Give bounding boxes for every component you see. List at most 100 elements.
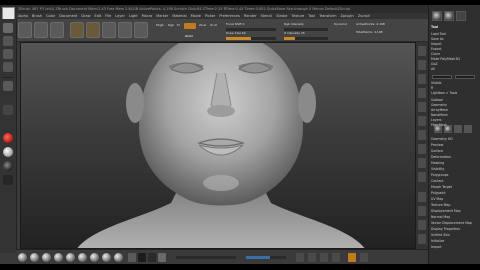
menu-item-stencil[interactable]: Stencil [260,14,272,18]
rgb-toggle[interactable]: Rgb [168,23,174,27]
menu-item-edit[interactable]: Edit [95,14,102,18]
bpr-button[interactable] [418,46,426,56]
move-view-button[interactable] [418,206,426,216]
rotate-button[interactable] [134,22,148,38]
tool-palette-item[interactable]: Initialize [431,239,479,244]
tool-palette-item[interactable]: Vector Displacement Map [431,221,479,226]
polyf-button[interactable] [308,253,316,262]
transp-button[interactable] [320,253,328,262]
persp-button[interactable] [418,130,426,140]
tool-palette-item[interactable]: Deformation [431,155,479,160]
quick-sketch-button[interactable] [50,22,64,38]
lightbox-button[interactable] [34,22,48,38]
mrgb-toggle[interactable]: Mrgb [156,23,164,27]
menu-item-macro[interactable]: Macro [142,14,153,18]
menu-item-brush[interactable]: Brush [32,14,42,18]
brush-smooth-icon[interactable] [90,253,99,262]
material-icon[interactable] [3,81,13,91]
stroke-icon[interactable] [3,36,13,46]
z-intensity-slider[interactable] [284,37,328,40]
menu-item-zscript[interactable]: Zscript [358,14,370,18]
move-button[interactable] [102,22,116,38]
edit-button[interactable] [70,22,84,38]
tool-palette-item[interactable]: Lightbox > Tools [431,91,479,96]
spix-button[interactable] [418,60,426,70]
viewport-canvas[interactable] [20,42,416,249]
local-button[interactable] [418,158,426,168]
menu-item-document[interactable]: Document [59,14,77,18]
zcut-toggle[interactable]: Zcut [210,23,217,27]
menu-item-file[interactable]: File [105,14,111,18]
dynamic-toggle[interactable]: Dynamic [334,22,347,26]
menu-item-material[interactable]: Material [172,14,186,18]
menu-item-tool[interactable]: Tool [308,14,315,18]
alpha-icon[interactable] [3,49,13,59]
tool-palette-item[interactable]: Surface [431,149,479,154]
menu-item-transform[interactable]: Transform [319,14,336,18]
brush-damstandard-icon[interactable] [54,253,63,262]
brush-standard-icon[interactable] [18,253,27,262]
xpose-button[interactable] [360,253,368,262]
brush-pinch-icon[interactable] [78,253,87,262]
tool-palette-item[interactable]: FiberMesh [431,123,479,128]
zadd-toggle[interactable]: Zadd [184,23,196,38]
zremesher-button[interactable] [296,253,304,262]
texture-icon[interactable] [3,62,13,72]
tool-palette-item[interactable]: Geometry HD [431,137,479,142]
menu-item-render[interactable]: Render [244,14,256,18]
tool-name-field[interactable] [455,75,475,79]
color-picker-icon[interactable] [3,175,13,185]
aahalf-button[interactable] [418,116,426,126]
brush-inflate-icon[interactable] [66,253,75,262]
menu-item-alpha[interactable]: Alpha [18,14,28,18]
brush-icon[interactable] [3,23,13,33]
tool-palette-item[interactable]: Displacement Map [431,209,479,214]
tool-palette-item[interactable]: Display Properties [431,227,479,232]
tool-palette-item[interactable]: Morph Target [431,185,479,190]
tool-palette-item[interactable]: All [431,67,479,72]
menu-item-draw[interactable]: Draw [81,14,90,18]
menu-item-preferences[interactable]: Preferences [219,14,240,18]
scale-view-button[interactable] [418,220,426,230]
menu-item-color[interactable]: Color [46,14,55,18]
main-color-swatch[interactable] [3,147,13,157]
polymesh-thumbnail[interactable] [456,11,466,21]
tool-palette-header[interactable]: Tool [431,25,479,30]
brush-clay-icon[interactable] [42,253,51,262]
projection-master-button[interactable] [18,22,32,38]
floor-button[interactable] [418,144,426,154]
secondary-color-swatch[interactable] [3,161,13,171]
tool-palette-item[interactable]: Contact [431,179,479,184]
m-toggle[interactable]: M [177,23,180,27]
brush-hpolish-icon[interactable] [114,253,123,262]
dynamesh-slider[interactable] [246,256,286,259]
tool-palette-item[interactable]: Texture Map [431,203,479,208]
zoom-button[interactable] [418,88,426,98]
tool-palette-item[interactable]: Normal Map [431,215,479,220]
tool-palette-item[interactable]: UV Map [431,197,479,202]
scroll-button[interactable] [418,74,426,84]
zsub-toggle[interactable]: Zsub [199,23,206,27]
record-icon[interactable] [3,133,13,143]
draw-button[interactable] [86,22,100,38]
ghost-button[interactable] [348,253,356,262]
menu-item-stroke[interactable]: Stroke [276,14,287,18]
menu-item-layer[interactable]: Layer [115,14,125,18]
tool-palette-item[interactable]: Import [431,245,479,250]
menu-item-movie[interactable]: Movie [191,14,201,18]
material-matcap-icon[interactable] [158,253,166,262]
solo-button[interactable] [332,253,340,262]
alpha-off-icon[interactable] [138,253,146,262]
menu-item-light[interactable]: Light [129,14,138,18]
draw-size-slider[interactable] [226,37,276,40]
brush-trimdynamic-icon[interactable] [102,253,111,262]
xyz-button[interactable] [418,172,426,182]
tool-palette-item[interactable]: Preview [431,143,479,148]
gradient-icon[interactable] [3,105,13,115]
tool-search-field[interactable] [432,75,452,79]
tool-palette-item[interactable]: Unified Skin [431,233,479,238]
texture-off-icon[interactable] [148,253,156,262]
menu-item-picker[interactable]: Picker [205,14,215,18]
tool-palette-item[interactable]: Masking [431,161,479,166]
stroke-dots-icon[interactable] [128,253,136,262]
